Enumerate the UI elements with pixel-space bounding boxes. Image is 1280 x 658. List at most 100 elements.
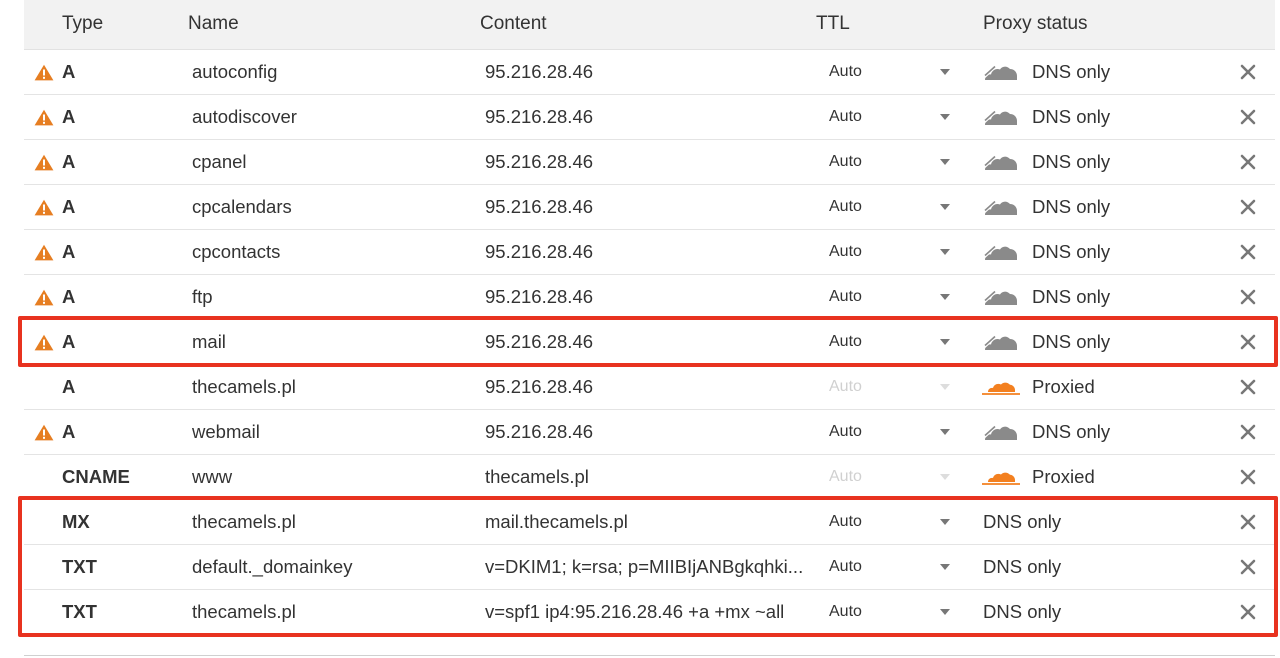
record-content[interactable]: 95.216.28.46 — [485, 410, 805, 454]
table-row[interactable]: Aautodiscover 95.216.28.46 Auto DNS only — [24, 95, 1275, 140]
warning-icon[interactable] — [34, 154, 54, 171]
record-content[interactable]: thecamels.pl — [485, 455, 805, 499]
record-name[interactable]: webmail — [192, 410, 260, 454]
record-content[interactable]: 95.216.28.46 — [485, 275, 805, 319]
cloud-dns-only-icon[interactable] — [982, 150, 1020, 174]
proxy-status-label: Proxied — [1032, 466, 1095, 487]
ttl-select[interactable]: Auto — [829, 275, 862, 319]
warning-icon[interactable] — [34, 199, 54, 216]
record-name[interactable]: autoconfig — [192, 50, 277, 94]
record-content[interactable]: v=spf1 ip4:95.216.28.46 +a +mx ~all — [485, 590, 805, 634]
delete-record-button[interactable] — [1239, 558, 1257, 576]
cloud-dns-only-icon[interactable] — [982, 285, 1020, 309]
delete-record-button[interactable] — [1239, 153, 1257, 171]
column-header-ttl[interactable]: TTL — [816, 13, 850, 35]
record-name[interactable]: thecamels.pl — [192, 590, 296, 634]
warning-icon[interactable] — [34, 334, 54, 351]
record-name[interactable]: thecamels.pl — [192, 500, 296, 544]
delete-record-button[interactable] — [1239, 63, 1257, 81]
warning-icon[interactable] — [34, 289, 54, 306]
cloud-dns-only-icon[interactable] — [982, 420, 1020, 444]
ttl-select[interactable]: Auto — [829, 185, 862, 229]
cloud-proxied-icon[interactable] — [982, 375, 1020, 399]
delete-record-button[interactable] — [1239, 198, 1257, 216]
ttl-select[interactable]: Auto — [829, 95, 862, 139]
ttl-select[interactable]: Auto — [829, 500, 862, 544]
warning-icon[interactable] — [34, 424, 54, 441]
delete-record-button[interactable] — [1239, 333, 1257, 351]
chevron-down-icon[interactable] — [940, 69, 950, 75]
chevron-down-icon[interactable] — [940, 564, 950, 570]
chevron-down-icon[interactable] — [940, 249, 950, 255]
chevron-down-icon[interactable] — [940, 114, 950, 120]
record-name[interactable]: mail — [192, 320, 226, 364]
chevron-down-icon[interactable] — [940, 294, 950, 300]
record-name[interactable]: cpanel — [192, 140, 247, 184]
ttl-select[interactable]: Auto — [829, 320, 862, 364]
ttl-select[interactable]: Auto — [829, 410, 862, 454]
record-content[interactable]: v=DKIM1; k=rsa; p=MIIBIjANBgkqhki... — [485, 545, 805, 589]
table-row[interactable]: Aftp 95.216.28.46 Auto DNS only — [24, 275, 1275, 320]
cloud-dns-only-icon[interactable] — [982, 330, 1020, 354]
table-row[interactable]: TXT thecamels.pl v=spf1 ip4:95.216.28.46 +… — [24, 590, 1275, 635]
chevron-down-icon[interactable] — [940, 339, 950, 345]
record-content[interactable]: 95.216.28.46 — [485, 50, 805, 94]
column-header-content[interactable]: Content — [480, 13, 547, 35]
record-content[interactable]: 95.216.28.46 — [485, 185, 805, 229]
table-row[interactable]: TXT default._domainkey v=DKIM1; k=rsa; p=M… — [24, 545, 1275, 590]
record-name[interactable]: cpcontacts — [192, 230, 280, 274]
warning-icon[interactable] — [34, 244, 54, 261]
ttl-select[interactable]: Auto — [829, 545, 862, 589]
chevron-down-icon[interactable] — [940, 204, 950, 210]
delete-record-button[interactable] — [1239, 288, 1257, 306]
delete-record-button[interactable] — [1239, 108, 1257, 126]
record-name[interactable]: cpcalendars — [192, 185, 292, 229]
chevron-down-icon[interactable] — [940, 159, 950, 165]
cloud-dns-only-icon[interactable] — [982, 60, 1020, 84]
record-content[interactable]: mail.thecamels.pl — [485, 500, 805, 544]
cloud-dns-only-icon[interactable] — [982, 240, 1020, 264]
table-row[interactable]: Acpanel 95.216.28.46 Auto DNS only — [24, 140, 1275, 185]
ttl-select[interactable]: Auto — [829, 140, 862, 184]
delete-record-button[interactable] — [1239, 603, 1257, 621]
delete-record-button[interactable] — [1239, 468, 1257, 486]
record-name[interactable]: default._domainkey — [192, 545, 352, 589]
cloud-dns-only-icon[interactable] — [982, 195, 1020, 219]
proxy-status-label: DNS only — [1032, 196, 1111, 217]
record-content[interactable]: 95.216.28.46 — [485, 230, 805, 274]
table-row[interactable]: Athecamels.pl 95.216.28.46 Auto Proxied — [24, 365, 1275, 410]
proxy-status-label: DNS only — [1032, 151, 1111, 172]
record-content[interactable]: 95.216.28.46 — [485, 95, 805, 139]
record-content[interactable]: 95.216.28.46 — [485, 320, 805, 364]
table-row[interactable]: Aautoconfig 95.216.28.46 Auto DNS only — [24, 50, 1275, 95]
delete-record-button[interactable] — [1239, 243, 1257, 261]
table-row[interactable]: CNAME www thecamels.pl Auto Proxied — [24, 455, 1275, 500]
table-row[interactable]: Acpcalendars 95.216.28.46 Auto DNS only — [24, 185, 1275, 230]
column-header-name[interactable]: Name — [188, 13, 239, 35]
chevron-down-icon[interactable] — [940, 429, 950, 435]
record-content[interactable]: 95.216.28.46 — [485, 140, 805, 184]
record-name[interactable]: thecamels.pl — [192, 365, 296, 409]
ttl-select[interactable]: Auto — [829, 230, 862, 274]
chevron-down-icon[interactable] — [940, 519, 950, 525]
ttl-select[interactable]: Auto — [829, 590, 862, 634]
column-header-proxy-status[interactable]: Proxy status — [983, 13, 1088, 35]
warning-icon[interactable] — [34, 109, 54, 126]
record-content[interactable]: 95.216.28.46 — [485, 365, 805, 409]
record-name[interactable]: ftp — [192, 275, 213, 319]
cloud-proxied-icon[interactable] — [982, 465, 1020, 489]
table-row[interactable]: MX thecamels.pl mail.thecamels.pl Auto DNS o… — [24, 500, 1275, 545]
ttl-select[interactable]: Auto — [829, 50, 862, 94]
table-row[interactable]: Awebmail 95.216.28.46 Auto DNS only — [24, 410, 1275, 455]
record-name[interactable]: autodiscover — [192, 95, 297, 139]
table-row[interactable]: Amail 95.216.28.46 Auto DNS only — [24, 320, 1275, 365]
delete-record-button[interactable] — [1239, 423, 1257, 441]
column-header-type[interactable]: Type — [62, 13, 103, 35]
delete-record-button[interactable] — [1239, 378, 1257, 396]
delete-record-button[interactable] — [1239, 513, 1257, 531]
table-row[interactable]: Acpcontacts 95.216.28.46 Auto DNS only — [24, 230, 1275, 275]
cloud-dns-only-icon[interactable] — [982, 105, 1020, 129]
chevron-down-icon[interactable] — [940, 609, 950, 615]
warning-icon[interactable] — [34, 64, 54, 81]
record-name[interactable]: www — [192, 455, 232, 499]
